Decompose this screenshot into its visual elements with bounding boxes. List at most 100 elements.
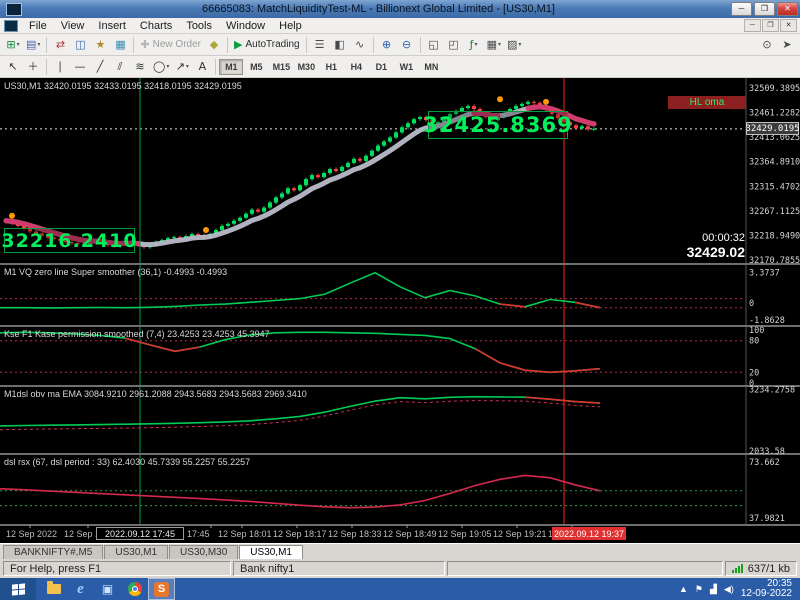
svg-text:Kse F1 Kase permission smoothe: Kse F1 Kase permission smoothed (7,4) 23… — [4, 329, 270, 339]
menu-view[interactable]: View — [54, 20, 92, 32]
close-button[interactable]: ✕ — [777, 2, 798, 16]
network-icon[interactable]: ▟ — [710, 584, 717, 595]
crosshair-icon[interactable]: ＋ — [23, 58, 43, 76]
search-icon[interactable]: ⊙ — [757, 36, 777, 54]
maximize-button[interactable]: ❐ — [754, 2, 775, 16]
new-chart-icon[interactable]: ⊞ ▾ — [3, 36, 23, 54]
svg-text:12 Sep 19:21: 12 Sep 19:21 — [493, 529, 547, 539]
chart-tabs-bar: BANKNIFTY#,M5 US30,M1 US30,M30 US30,M1 — [0, 543, 800, 559]
horizontal-line-icon[interactable]: — — [70, 58, 90, 76]
templates-icon[interactable]: ▨ ▾ — [504, 36, 524, 54]
start-button[interactable] — [0, 578, 36, 600]
metaeditor-icon: ◆ — [209, 38, 219, 51]
zoom-out-icon[interactable]: ⊖ — [397, 36, 417, 54]
timeframe-h1[interactable]: H1 — [319, 59, 343, 75]
taskbar: e ▣ S ▲ ⚑ ▟ ◀) 20:35 12-09-2022 — [0, 578, 800, 600]
navigator-icon[interactable]: ★ — [90, 36, 110, 54]
candles-chart-icon[interactable]: ◧ — [330, 36, 350, 54]
data-window-icon[interactable]: ◫ — [70, 36, 90, 54]
periods-icon[interactable]: ▦ ▾ — [484, 36, 504, 54]
text-label-icon[interactable]: A — [192, 58, 212, 76]
channel-icon[interactable]: ⫽ — [110, 58, 130, 76]
notification-flag-icon[interactable]: ⚑ — [695, 584, 703, 595]
svg-text:17:45: 17:45 — [187, 529, 210, 539]
timeframe-m30[interactable]: M30 — [294, 59, 318, 75]
crosshair-icon: ＋ — [27, 60, 39, 73]
timeframe-m1[interactable]: M1 — [219, 58, 244, 75]
line-chart-icon: ∿ — [354, 38, 365, 51]
cursor-icon: ↖ — [8, 60, 18, 73]
symbol-ohlc-label: US30,M1 32420.0195 32433.0195 32418.0195… — [4, 81, 242, 91]
timeframe-w1[interactable]: W1 — [394, 59, 418, 75]
price-label-center: 32425.8369 — [423, 111, 573, 139]
tile-windows-icon[interactable]: ◱ — [424, 36, 444, 54]
taskbar-clock[interactable]: 20:35 12-09-2022 — [741, 579, 792, 599]
fibonacci-icon[interactable]: ≋ — [130, 58, 150, 76]
chrome-icon[interactable] — [121, 578, 148, 600]
cursor-icon[interactable]: ↖ — [3, 58, 23, 76]
mdi-minimize-button[interactable]: ─ — [744, 19, 761, 32]
timeframe-m5[interactable]: M5 — [244, 59, 268, 75]
menu-insert[interactable]: Insert — [91, 20, 133, 32]
vline-red-time-label: 2022.09.12 19:37 — [552, 527, 626, 540]
bars-chart-icon[interactable]: ☰ — [310, 36, 330, 54]
mdi-close-button[interactable]: ✕ — [780, 19, 797, 32]
timeframe-d1[interactable]: D1 — [369, 59, 393, 75]
trendline-icon[interactable]: ╱ — [90, 58, 110, 76]
arrows-icon[interactable]: ↗ ▾ — [172, 58, 192, 76]
terminal-icon[interactable]: ▦ — [110, 36, 130, 54]
autotrading-button[interactable]: ▶ AutoTrading — [231, 36, 303, 54]
chart-tab-3[interactable]: US30,M1 — [239, 545, 303, 559]
app-icon — [6, 2, 22, 16]
mt4-icon[interactable]: S — [148, 578, 175, 600]
zoom-in-icon[interactable]: ⊕ — [377, 36, 397, 54]
menu-help[interactable]: Help — [272, 20, 309, 32]
pointer-icon[interactable]: ➤ — [777, 36, 797, 54]
cascade-windows-icon[interactable]: ◰ — [444, 36, 464, 54]
channel-icon: ⫽ — [117, 60, 123, 73]
svg-text:73.662: 73.662 — [749, 458, 780, 468]
server-manager-icon[interactable]: ▣ — [94, 578, 121, 600]
market-watch-icon[interactable]: ⇄ — [50, 36, 70, 54]
chart-tab-0[interactable]: BANKNIFTY#,M5 — [3, 545, 104, 559]
minimize-button[interactable]: ─ — [731, 2, 752, 16]
toolbar-separator — [46, 36, 48, 53]
tray-icons: ▲ ⚑ ▟ ◀) — [679, 584, 734, 595]
vline-green-time-label: 2022.09.12 17:45 — [96, 527, 184, 540]
mt4-window: 66665083: MatchLiquidityTest-ML - Billio… — [0, 0, 800, 600]
menu-file[interactable]: File — [22, 20, 54, 32]
chart-tab-1[interactable]: US30,M1 — [104, 545, 169, 559]
chart-area[interactable]: 32509.3895 32461.2282 32413.0625 32364.8910… — [0, 78, 800, 543]
svg-text:100: 100 — [749, 326, 764, 336]
countdown-timer: 00:00:32 — [702, 232, 745, 244]
timeframe-m15[interactable]: M15 — [269, 59, 293, 75]
chart-window-icon — [4, 19, 18, 32]
dropdown-caret-icon: ▾ — [497, 42, 501, 48]
fibonacci-icon: ≋ — [135, 60, 145, 73]
chart-canvas: 32509.389532461.228232413.062532364.8910… — [0, 78, 800, 543]
dropdown-caret-icon: ▾ — [16, 42, 20, 48]
status-account: Bank nifty1 — [233, 561, 445, 576]
dropdown-caret-icon: ▾ — [37, 42, 41, 48]
mdi-restore-button[interactable]: ❐ — [762, 19, 779, 32]
menu-window[interactable]: Window — [219, 20, 272, 32]
volume-icon[interactable]: ◀) — [724, 584, 734, 595]
shapes-icon[interactable]: ◯ ▾ — [150, 58, 172, 76]
profiles-icon[interactable]: ▤ ▾ — [23, 36, 43, 54]
vertical-line-icon[interactable]: ∣ — [50, 58, 70, 76]
file-explorer-icon[interactable] — [40, 578, 67, 600]
chart-tab-2[interactable]: US30,M30 — [169, 545, 239, 559]
menu-tools[interactable]: Tools — [179, 20, 219, 32]
metaeditor-icon[interactable]: ◆ — [204, 36, 224, 54]
timeframe-mn[interactable]: MN — [419, 59, 443, 75]
price-label-left: 32216.2410 — [1, 228, 138, 253]
new-order-button[interactable]: ✚ New Order — [137, 36, 204, 54]
line-chart-icon[interactable]: ∿ — [350, 36, 370, 54]
menu-charts[interactable]: Charts — [133, 20, 179, 32]
ie-icon[interactable]: e — [67, 578, 94, 600]
timeframe-h4[interactable]: H4 — [344, 59, 368, 75]
svg-text:2033.58: 2033.58 — [749, 447, 785, 457]
hidden-icons-button[interactable]: ▲ — [679, 584, 688, 594]
chrome-icon — [127, 582, 142, 596]
indicators-icon[interactable]: ƒ ▾ — [464, 36, 484, 54]
